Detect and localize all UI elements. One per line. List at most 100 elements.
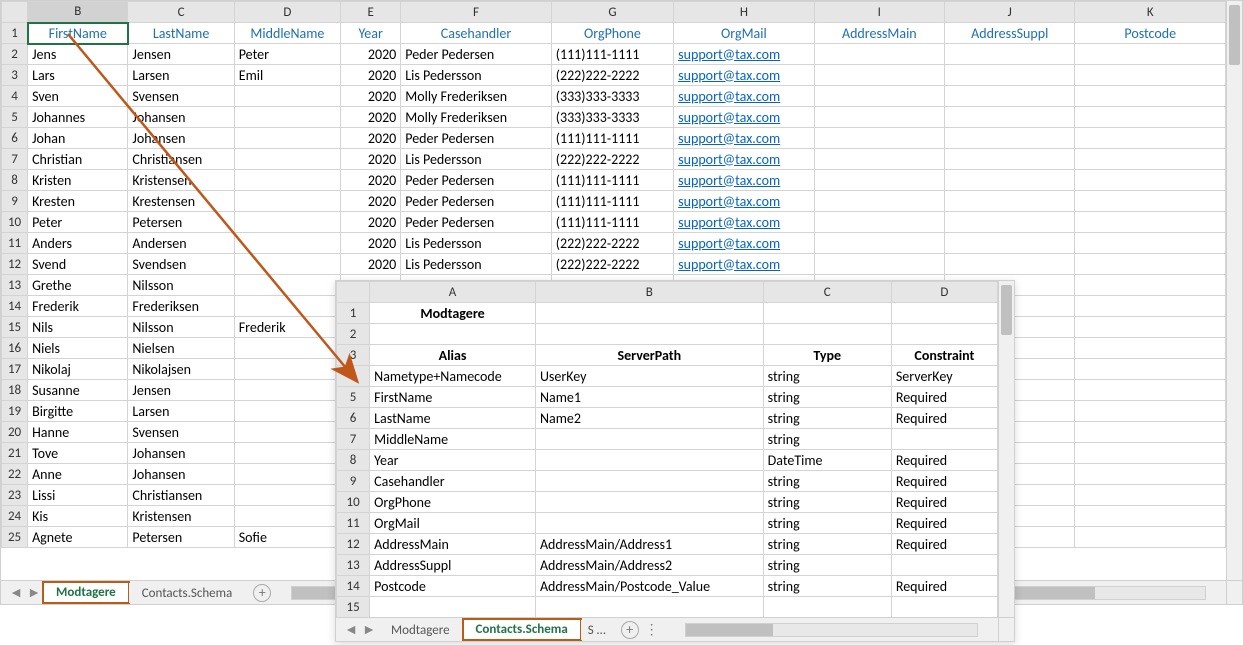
cell[interactable]: OrgPhone <box>370 492 536 513</box>
cell[interactable]: Krestensen <box>128 191 234 212</box>
cell[interactable]: Anders <box>28 233 128 254</box>
cell[interactable] <box>1075 149 1226 170</box>
cell[interactable] <box>814 128 944 149</box>
cell[interactable]: Frederik <box>28 296 128 317</box>
mail-link[interactable]: support@tax.com <box>678 256 780 273</box>
cell[interactable] <box>1075 338 1226 359</box>
cell[interactable]: Nielsen <box>128 338 234 359</box>
cell[interactable]: (111)111-1111 <box>551 170 673 191</box>
row-header[interactable]: 19 <box>2 401 28 422</box>
cell[interactable] <box>814 191 944 212</box>
cell[interactable] <box>945 170 1075 191</box>
col-header-H[interactable]: H <box>674 2 814 23</box>
cell[interactable]: Lissi <box>28 485 128 506</box>
cell[interactable] <box>234 212 340 233</box>
tab-contacts-schema[interactable]: Contacts.Schema <box>463 619 581 640</box>
row-header[interactable]: 4 <box>337 366 370 387</box>
cell[interactable] <box>1075 86 1226 107</box>
row-header[interactable]: 12 <box>337 534 370 555</box>
cell[interactable] <box>814 86 944 107</box>
cell[interactable]: Required <box>891 408 997 429</box>
cell[interactable] <box>234 464 340 485</box>
cell[interactable] <box>234 86 340 107</box>
mail-link[interactable]: support@tax.com <box>678 151 780 168</box>
cell[interactable]: (333)333-3333 <box>551 107 673 128</box>
cell[interactable] <box>891 303 997 324</box>
cell[interactable] <box>1075 359 1226 380</box>
cell[interactable]: support@tax.com <box>674 107 814 128</box>
overlay-horizontal-scrollbar[interactable] <box>685 623 978 637</box>
cell[interactable]: Peder Pedersen <box>401 191 551 212</box>
tab-extra[interactable]: S … <box>581 620 613 640</box>
cell[interactable] <box>1075 107 1226 128</box>
cell[interactable]: Peter <box>28 212 128 233</box>
cell[interactable] <box>535 303 763 324</box>
row-header[interactable]: 24 <box>2 506 28 527</box>
mail-link[interactable]: support@tax.com <box>678 46 780 63</box>
cell[interactable]: string <box>763 513 891 534</box>
cell[interactable]: Sven <box>28 86 128 107</box>
cell[interactable]: Larsen <box>128 401 234 422</box>
cell[interactable] <box>1075 317 1226 338</box>
mail-link[interactable]: support@tax.com <box>678 214 780 231</box>
cell[interactable]: (111)111-1111 <box>551 191 673 212</box>
mail-link[interactable]: support@tax.com <box>678 88 780 105</box>
cell[interactable] <box>814 212 944 233</box>
cell[interactable] <box>814 149 944 170</box>
row-header[interactable]: 23 <box>2 485 28 506</box>
cell[interactable]: support@tax.com <box>674 128 814 149</box>
overlay-vertical-scrollbar[interactable] <box>998 281 1014 617</box>
scroll-thumb[interactable] <box>1229 5 1240 65</box>
cell[interactable] <box>1075 170 1226 191</box>
row-header[interactable]: 2 <box>337 324 370 345</box>
cell[interactable] <box>945 254 1075 275</box>
row-header[interactable]: 18 <box>2 380 28 401</box>
cell[interactable]: support@tax.com <box>674 149 814 170</box>
field-header[interactable]: AddressMain <box>814 23 944 44</box>
row-header[interactable]: 12 <box>2 254 28 275</box>
row-header[interactable]: 4 <box>2 86 28 107</box>
cell[interactable]: Nametype+Namecode <box>370 366 536 387</box>
field-header[interactable]: Postcode <box>1075 23 1226 44</box>
cell[interactable]: Required <box>891 513 997 534</box>
cell[interactable]: OrgMail <box>370 513 536 534</box>
cell[interactable] <box>891 597 997 618</box>
row-header[interactable]: 13 <box>337 555 370 576</box>
cell[interactable]: 2020 <box>341 233 401 254</box>
cell[interactable] <box>234 149 340 170</box>
cell[interactable] <box>945 149 1075 170</box>
cell[interactable] <box>370 597 536 618</box>
cell[interactable] <box>814 254 944 275</box>
cell[interactable]: Lis Pedersson <box>401 254 551 275</box>
cell[interactable] <box>814 65 944 86</box>
cell[interactable]: Susanne <box>28 380 128 401</box>
cell[interactable]: Kresten <box>28 191 128 212</box>
cell[interactable]: (111)111-1111 <box>551 44 673 65</box>
row-header[interactable]: 9 <box>337 471 370 492</box>
cell[interactable]: string <box>763 387 891 408</box>
cell[interactable]: (111)111-1111 <box>551 128 673 149</box>
cell[interactable]: 2020 <box>341 212 401 233</box>
select-all-corner[interactable] <box>2 2 28 23</box>
cell[interactable] <box>535 324 763 345</box>
cell[interactable] <box>1075 233 1226 254</box>
row-header[interactable]: 21 <box>2 443 28 464</box>
cell[interactable] <box>891 429 997 450</box>
row-header[interactable]: 7 <box>2 149 28 170</box>
cell[interactable] <box>945 86 1075 107</box>
cell[interactable]: Johansen <box>128 443 234 464</box>
cell[interactable]: 2020 <box>341 86 401 107</box>
cell[interactable]: 2020 <box>341 254 401 275</box>
cell[interactable]: Frederik <box>234 317 340 338</box>
row-header[interactable]: 10 <box>2 212 28 233</box>
cell[interactable]: Niels <box>28 338 128 359</box>
tab-nav-next-icon[interactable]: ► <box>27 586 41 600</box>
cell[interactable]: Peder Pedersen <box>401 212 551 233</box>
cell[interactable]: (222)222-2222 <box>551 149 673 170</box>
cell[interactable] <box>945 128 1075 149</box>
row-header[interactable]: 11 <box>337 513 370 534</box>
cell[interactable] <box>945 212 1075 233</box>
cell[interactable]: Nikolaj <box>28 359 128 380</box>
row-header[interactable]: 17 <box>2 359 28 380</box>
cell[interactable]: Year <box>370 450 536 471</box>
